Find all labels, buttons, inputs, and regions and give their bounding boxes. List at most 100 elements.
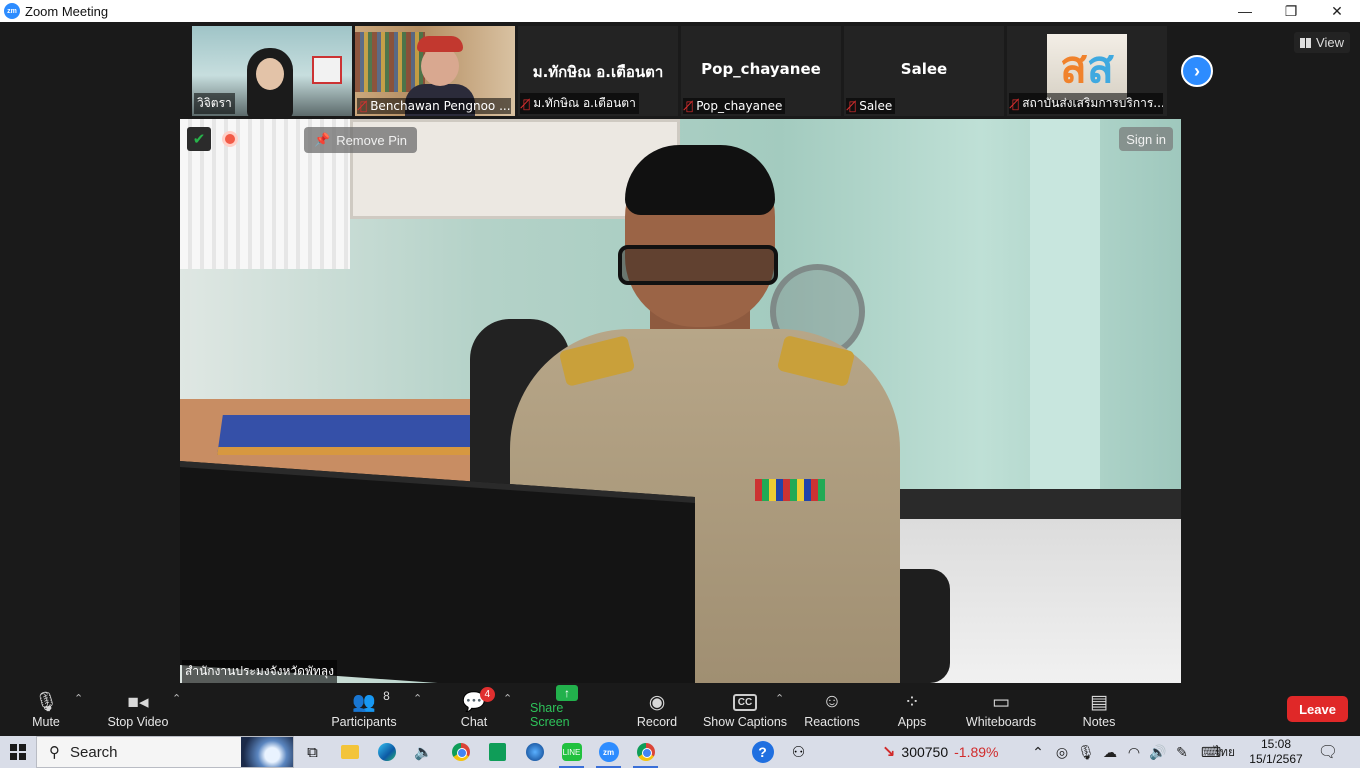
speaker-name-label: สำนักงานประมงจังหวัดพัทลุง — [182, 660, 337, 683]
notes-label: Notes — [1082, 715, 1116, 729]
video-options-chevron-icon[interactable]: ⌃ — [172, 692, 181, 705]
input-language[interactable]: ไทย — [1214, 736, 1235, 768]
share-screen-icon: ↑ — [556, 685, 578, 701]
mute-label: Mute — [32, 715, 60, 729]
minimize-button[interactable]: — — [1222, 0, 1268, 22]
title-bar: zm Zoom Meeting — ❐ ✕ — [0, 0, 1360, 22]
clock-date: 15/1/2567 — [1249, 752, 1303, 766]
participant-name-label: 🎙̸ Salee — [846, 98, 896, 114]
remove-pin-label: Remove Pin — [336, 132, 407, 148]
notifications-icon[interactable]: 🗨 — [1316, 736, 1340, 768]
stop-video-label: Stop Video — [107, 715, 169, 729]
captions-icon-text: CC — [732, 693, 758, 711]
file-explorer-icon[interactable] — [331, 736, 368, 768]
remove-pin-button[interactable]: 📌 Remove Pin — [304, 127, 417, 153]
share-screen-button[interactable]: ↑ Share Screen — [530, 685, 604, 736]
participants-options-chevron-icon[interactable]: ⌃ — [413, 692, 422, 705]
apps-icon: ⁘ — [904, 691, 920, 713]
windows-taskbar: ⚲ Search ⧉ 🔈 LINE zm ? ⚇ ↘ 300750 -1.89%… — [0, 736, 1360, 768]
mic-muted-icon: 🎙̸ — [686, 99, 694, 113]
chrome-icon[interactable] — [627, 736, 664, 768]
main-video[interactable]: ✔ 📌 Remove Pin Sign in สำนักงานประมงจังห… — [180, 119, 1181, 683]
globe-app-icon[interactable] — [516, 736, 553, 768]
chat-icon: 💬 4 — [462, 687, 495, 715]
help-icon[interactable]: ? — [744, 736, 781, 768]
mic-muted-icon: 🎙̸ — [360, 99, 368, 113]
participant-name: วิจิตรา — [197, 96, 232, 110]
stock-change: -1.89% — [954, 744, 999, 760]
participant-tile[interactable]: วิจิตรา — [192, 26, 352, 116]
task-view-icon[interactable]: ⧉ — [294, 736, 331, 768]
participant-tile[interactable]: 🎙̸ Benchawan Pengnoo ... — [355, 26, 515, 116]
chevron-up-icon[interactable]: ⌃ — [1026, 744, 1050, 761]
next-page-button[interactable]: › — [1181, 55, 1213, 87]
encryption-shield-icon[interactable]: ✔ — [187, 127, 211, 151]
video-ribbons — [755, 479, 825, 501]
captions-options-chevron-icon[interactable]: ⌃ — [775, 692, 784, 705]
audio-options-chevron-icon[interactable]: ⌃ — [74, 692, 83, 705]
microphone-tray-icon[interactable]: 🎙 — [1074, 744, 1098, 761]
participants-button[interactable]: 👥 8 Participants — [330, 686, 398, 736]
participant-tile[interactable]: ม.ทักษิณ อ.เตือนตา 🎙̸ ม.ทักษิณ อ.เตือนตา — [518, 26, 678, 116]
recording-indicator-icon[interactable] — [222, 131, 238, 147]
wifi-icon[interactable]: ◠ — [1122, 744, 1146, 761]
window-title: Zoom Meeting — [25, 3, 109, 19]
participant-name-label: 🎙̸ ม.ทักษิณ อ.เตือนตา — [520, 93, 639, 114]
mic-muted-icon: 🎙̸ — [1012, 96, 1020, 111]
sign-in-button[interactable]: Sign in — [1119, 127, 1173, 151]
apps-button[interactable]: ⁘ Apps — [893, 686, 931, 736]
stop-video-button[interactable]: ■◂ Stop Video — [104, 686, 172, 736]
chat-options-chevron-icon[interactable]: ⌃ — [503, 692, 512, 705]
windows-start-button[interactable] — [0, 736, 36, 768]
audio-app-icon[interactable]: 🔈 — [405, 736, 442, 768]
zoom-logo-icon: zm — [4, 3, 20, 19]
restore-button[interactable]: ❐ — [1268, 0, 1314, 22]
search-highlight-image — [241, 737, 293, 767]
participant-name: Pop_chayanee — [696, 99, 783, 113]
logo-letter: ส — [1060, 42, 1087, 93]
mute-button[interactable]: 🎙 Mute — [22, 686, 70, 736]
line-app-icon[interactable]: LINE — [553, 736, 590, 768]
participant-display-name: Pop_chayanee — [701, 60, 821, 78]
show-captions-label: Show Captions — [702, 715, 788, 729]
video-pillar — [1030, 119, 1100, 519]
chat-button[interactable]: 💬 4 Chat — [454, 686, 495, 736]
close-button[interactable]: ✕ — [1314, 0, 1360, 22]
participant-name: Salee — [859, 99, 893, 113]
spreadsheet-app-icon[interactable] — [479, 736, 516, 768]
pen-icon[interactable]: ✎ — [1170, 744, 1194, 761]
line-icon-text: LINE — [561, 743, 582, 761]
whiteboards-button[interactable]: ▭ Whiteboards — [964, 686, 1038, 736]
chrome-icon[interactable] — [442, 736, 479, 768]
stock-value: 300750 — [901, 744, 949, 760]
participants-label: Participants — [331, 715, 397, 729]
reactions-label: Reactions — [804, 715, 860, 729]
mic-muted-icon: 🎙̸ — [849, 99, 857, 113]
record-label: Record — [636, 715, 678, 729]
taskbar-search-box[interactable]: ⚲ Search — [36, 736, 294, 768]
volume-icon[interactable]: 🔊 — [1146, 744, 1170, 761]
view-button[interactable]: View — [1294, 32, 1350, 53]
stock-widget[interactable]: ↘ 300750 -1.89% — [882, 736, 998, 768]
participant-name-label: 🎙̸ Pop_chayanee — [683, 98, 786, 114]
system-tray: ⌃ ◎ 🎙 ☁ ◠ 🔊 ✎ ⌨ — [1026, 736, 1228, 768]
taskbar-clock[interactable]: 15:08 15/1/2567 — [1246, 737, 1306, 767]
notes-button[interactable]: ▤ Notes — [1080, 686, 1118, 736]
participant-strip: วิจิตรา 🎙̸ Benchawan Pengnoo ... ม.ทักษิ… — [192, 26, 1167, 116]
help-icon-text: ? — [751, 741, 774, 763]
participant-video-face — [256, 58, 284, 90]
participant-tile[interactable]: Pop_chayanee 🎙̸ Pop_chayanee — [681, 26, 841, 116]
record-button[interactable]: ◉ Record — [634, 686, 680, 736]
participant-tile[interactable]: สส 🎙̸ สถาบันส่งเสริมการบริการ... — [1007, 26, 1167, 116]
window-controls: — ❐ ✕ — [1222, 0, 1360, 22]
background-bookshelf — [355, 32, 425, 92]
edge-browser-icon[interactable] — [368, 736, 405, 768]
onedrive-icon[interactable]: ☁ — [1098, 744, 1122, 761]
participant-tile[interactable]: Salee 🎙̸ Salee — [844, 26, 1004, 116]
participant-name-label: 🎙̸ สถาบันส่งเสริมการบริการ... — [1009, 93, 1163, 114]
people-icon[interactable]: ⚇ — [780, 736, 817, 768]
reactions-button[interactable]: ☺ Reactions — [803, 686, 861, 736]
meet-now-icon[interactable]: ◎ — [1050, 744, 1074, 761]
zoom-app-icon[interactable]: zm — [590, 736, 627, 768]
leave-button[interactable]: Leave — [1287, 696, 1348, 722]
